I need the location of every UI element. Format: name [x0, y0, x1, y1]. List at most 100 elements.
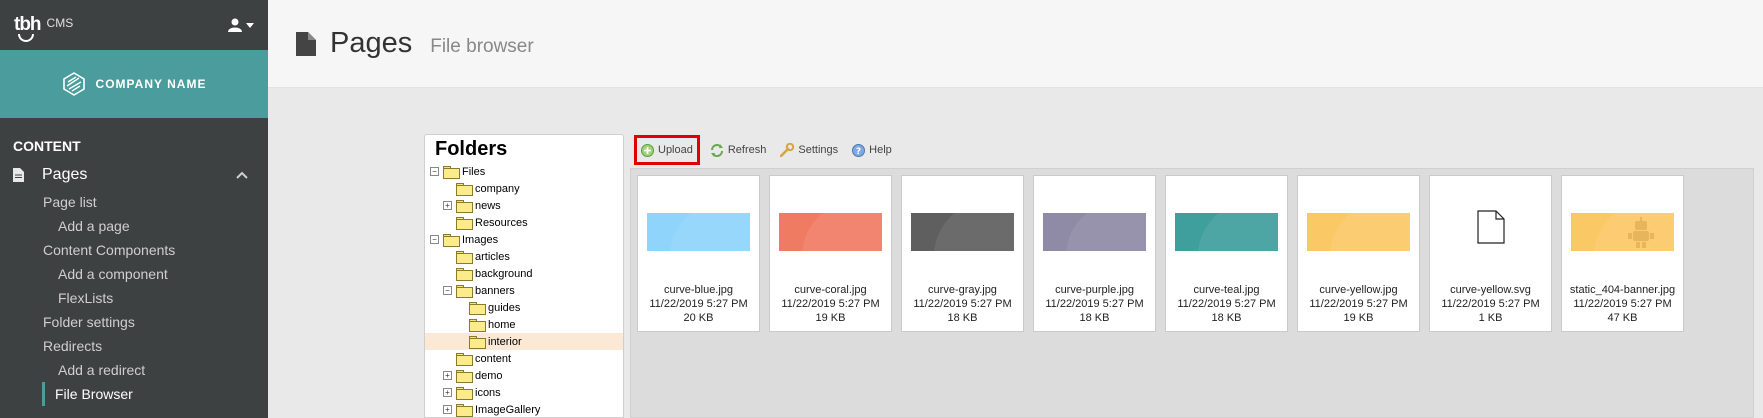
- file-card[interactable]: curve-coral.jpg 11/22/2019 5:27 PM 19 KB: [769, 175, 892, 332]
- sidebar-item-pages[interactable]: Pages: [0, 160, 268, 190]
- sidebar-item-redirects[interactable]: Redirects: [0, 334, 268, 358]
- collapse-icon[interactable]: −: [430, 235, 439, 244]
- company-logo-icon: [62, 72, 85, 96]
- file-date: 11/22/2019 5:27 PM: [1309, 298, 1408, 310]
- user-menu[interactable]: [228, 18, 254, 32]
- sidebar-item-page-list[interactable]: Page list: [0, 190, 268, 214]
- sidebar-item-flexlists[interactable]: FlexLists: [0, 286, 268, 310]
- folder-tree-item[interactable]: Resources: [425, 214, 623, 231]
- file-thumbnail: [911, 213, 1014, 251]
- sidebar-item-folder-settings[interactable]: Folder settings: [0, 310, 268, 334]
- svg-text:?: ?: [856, 147, 861, 157]
- expand-icon[interactable]: +: [443, 388, 452, 397]
- folders-title: Folders: [435, 138, 508, 160]
- file-card[interactable]: curve-purple.jpg 11/22/2019 5:27 PM 18 KB: [1033, 175, 1156, 332]
- upload-label: Upload: [658, 144, 693, 156]
- document-icon: [296, 31, 316, 56]
- sidebar-item-add-component[interactable]: Add a component: [0, 262, 268, 286]
- help-label: Help: [869, 144, 892, 156]
- app-logo[interactable]: tbh CMS: [14, 14, 73, 42]
- folder-tree: − Files company + news Resources − Images articl…: [425, 163, 623, 418]
- refresh-label: Refresh: [727, 144, 767, 156]
- file-browser: Folders − Files company + news Resources − Imag…: [424, 134, 1754, 418]
- page-title: Pages: [330, 27, 413, 59]
- page-header: Pages File browser: [268, 0, 1763, 88]
- file-date: 11/22/2019 5:27 PM: [1177, 298, 1276, 310]
- file-grid: curve-blue.jpg 11/22/2019 5:27 PM 20 KB cur…: [630, 168, 1754, 418]
- folder-label: news: [475, 199, 501, 212]
- folder-icon: [469, 319, 486, 332]
- folder-tree-item[interactable]: − banners: [425, 282, 623, 299]
- folder-label: company: [475, 182, 520, 195]
- file-name: curve-purple.jpg: [1055, 284, 1134, 296]
- sidebar-item-add-redirect[interactable]: Add a redirect: [0, 358, 268, 382]
- help-button[interactable]: ? Help: [848, 135, 896, 165]
- folder-icon: [456, 387, 473, 400]
- help-icon: ?: [852, 143, 866, 157]
- folder-tree-item[interactable]: − Images: [425, 231, 623, 248]
- collapse-icon[interactable]: −: [430, 167, 439, 176]
- folder-label: interior: [488, 335, 522, 348]
- file-date: 11/22/2019 5:27 PM: [781, 298, 880, 310]
- expand-icon[interactable]: +: [443, 201, 452, 210]
- folder-icon: [456, 370, 473, 383]
- folder-icon: [443, 166, 460, 179]
- folder-label: background: [475, 267, 533, 280]
- file-size: 1 KB: [1478, 312, 1503, 324]
- settings-label: Settings: [798, 144, 839, 156]
- file-date: 11/22/2019 5:27 PM: [1573, 298, 1672, 310]
- file-thumbnail: [647, 213, 750, 251]
- expand-icon[interactable]: +: [443, 371, 452, 380]
- sidebar-item-file-browser[interactable]: File Browser: [42, 382, 268, 406]
- folder-label: banners: [475, 284, 515, 297]
- folder-label: ImageGallery: [475, 403, 541, 416]
- folder-tree-item[interactable]: − Files: [425, 163, 623, 180]
- file-name: curve-teal.jpg: [1193, 284, 1260, 296]
- file-name: curve-coral.jpg: [794, 284, 867, 296]
- folder-tree-item[interactable]: + icons: [425, 384, 623, 401]
- user-icon: [228, 18, 242, 32]
- sidebar-item-content-components[interactable]: Content Components: [0, 238, 268, 262]
- file-thumbnail: [1307, 213, 1410, 251]
- file-name: curve-yellow.svg: [1450, 284, 1531, 296]
- folder-tree-item[interactable]: company: [425, 180, 623, 197]
- upload-button[interactable]: Upload: [634, 135, 700, 165]
- file-card[interactable]: curve-yellow.jpg 11/22/2019 5:27 PM 19 KB: [1297, 175, 1420, 332]
- folders-panel: Folders − Files company + news Resources − Imag…: [424, 134, 624, 418]
- file-date: 11/22/2019 5:27 PM: [1441, 298, 1540, 310]
- folder-tree-item[interactable]: interior: [425, 333, 623, 350]
- folder-tree-item[interactable]: + demo: [425, 367, 623, 384]
- file-card[interactable]: static_404-banner.jpg 11/22/2019 5:27 PM 4…: [1561, 175, 1684, 332]
- folder-label: icons: [475, 386, 501, 399]
- file-name: static_404-banner.jpg: [1569, 284, 1676, 296]
- file-date: 11/22/2019 5:27 PM: [649, 298, 748, 310]
- folder-tree-item[interactable]: + news: [425, 197, 623, 214]
- folder-label: Files: [462, 165, 486, 178]
- caret-down-icon: [246, 22, 254, 28]
- file-size: 19 KB: [1343, 312, 1374, 324]
- refresh-button[interactable]: Refresh: [706, 135, 771, 165]
- file-card[interactable]: curve-teal.jpg 11/22/2019 5:27 PM 18 KB: [1165, 175, 1288, 332]
- file-card[interactable]: curve-blue.jpg 11/22/2019 5:27 PM 20 KB: [637, 175, 760, 332]
- sidebar-item-add-page[interactable]: Add a page: [0, 214, 268, 238]
- folder-tree-item[interactable]: background: [425, 265, 623, 282]
- file-card[interactable]: curve-gray.jpg 11/22/2019 5:27 PM 18 KB: [901, 175, 1024, 332]
- folder-tree-item[interactable]: articles: [425, 248, 623, 265]
- folder-tree-item[interactable]: guides: [425, 299, 623, 316]
- expand-icon[interactable]: +: [443, 405, 452, 414]
- collapse-icon[interactable]: −: [443, 286, 452, 295]
- folder-label: Resources: [475, 216, 528, 229]
- settings-button[interactable]: Settings: [776, 135, 842, 165]
- logo-mark: tbh: [14, 14, 42, 42]
- folder-tree-item[interactable]: home: [425, 316, 623, 333]
- folder-icon: [456, 251, 473, 264]
- upload-icon: [641, 143, 654, 157]
- file-name: curve-yellow.jpg: [1319, 284, 1398, 296]
- document-icon: [13, 168, 24, 182]
- folder-tree-item[interactable]: content: [425, 350, 623, 367]
- file-thumbnail: [1571, 213, 1674, 251]
- folder-icon: [456, 200, 473, 213]
- file-card[interactable]: curve-yellow.svg 11/22/2019 5:27 PM 1 KB: [1429, 175, 1552, 332]
- file-size: 18 KB: [1211, 312, 1242, 324]
- folder-tree-item[interactable]: + ImageGallery: [425, 401, 623, 418]
